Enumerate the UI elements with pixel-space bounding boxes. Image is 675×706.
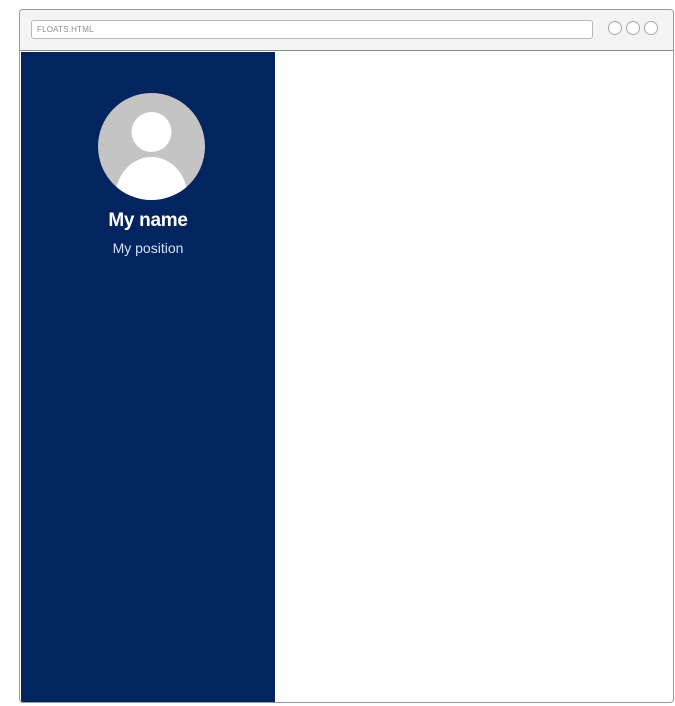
window-controls xyxy=(608,21,658,35)
profile-name: My name xyxy=(108,210,188,231)
address-text: FLOATS.HTML xyxy=(37,25,94,34)
profile-position: My position xyxy=(112,240,184,256)
user-silhouette-icon xyxy=(115,112,188,200)
window-control-circle-icon[interactable] xyxy=(626,21,640,35)
window-control-circle-icon[interactable] xyxy=(608,21,622,35)
address-bar[interactable]: FLOATS.HTML xyxy=(31,20,593,39)
profile-sidebar: My name My position xyxy=(21,52,275,702)
avatar xyxy=(98,93,205,200)
window-control-circle-icon[interactable] xyxy=(644,21,658,35)
main-content xyxy=(275,52,673,702)
browser-titlebar: FLOATS.HTML xyxy=(20,10,673,51)
browser-window: FLOATS.HTML My name My position xyxy=(19,9,674,703)
